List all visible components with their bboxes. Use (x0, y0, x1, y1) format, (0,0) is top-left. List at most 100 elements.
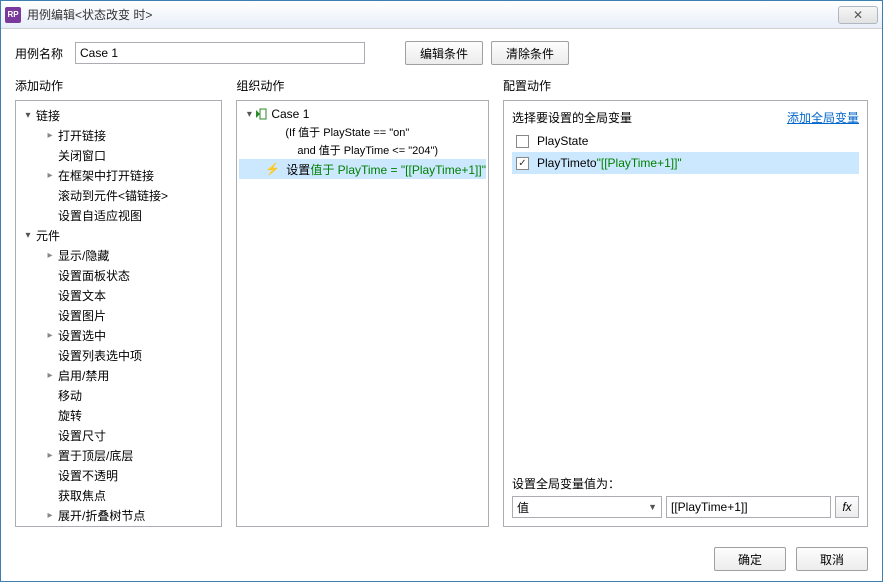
tree-item-label: 获取焦点 (56, 487, 106, 504)
tree-item[interactable]: 在框架中打开链接 (18, 165, 219, 185)
variable-list: PlayState PlayTime to "[[PlayTime+1]]" (512, 130, 859, 469)
tree-item-label: 设置图片 (56, 307, 106, 324)
checkbox[interactable] (516, 157, 529, 170)
tree-item-label: 展开/折叠树节点 (56, 507, 145, 524)
tree-item-label: 关闭窗口 (56, 147, 106, 164)
edit-condition-button[interactable]: 编辑条件 (405, 41, 483, 65)
tree-item[interactable]: 设置文本 (18, 285, 219, 305)
organize-action-column: 组织动作 Case 1 (If 值于 PlayState == "on" an (236, 77, 489, 527)
configure-action-title: 配置动作 (503, 77, 868, 94)
fx-button[interactable]: fx (835, 496, 859, 518)
tree-item-label: 设置列表选中项 (56, 347, 142, 364)
organize-action-title: 组织动作 (236, 77, 489, 94)
chevron-down-icon[interactable] (22, 110, 34, 121)
chevron-down-icon: ▼ (648, 502, 657, 512)
close-icon: ✕ (853, 8, 863, 22)
tree-category[interactable]: 链接 (18, 105, 219, 125)
tree-item-label: 在框架中打开链接 (56, 167, 154, 184)
value-type-combo[interactable]: 值 ▼ (512, 496, 662, 518)
tree-item-label: 旋转 (56, 407, 82, 424)
tree-item[interactable]: 滚动到元件<锚链接> (18, 185, 219, 205)
add-action-column: 添加动作 链接打开链接关闭窗口在框架中打开链接滚动到元件<锚链接> 设置自适应视图… (15, 77, 222, 527)
condition-line-1: (If 值于 PlayState == "on" (239, 123, 486, 141)
tree-item[interactable]: 设置不透明 (18, 465, 219, 485)
case-name-input[interactable] (75, 42, 365, 64)
value-expression-input[interactable] (666, 496, 831, 518)
variable-row[interactable]: PlayState (512, 130, 859, 152)
tree-item-label: 设置选中 (56, 327, 106, 344)
ok-button[interactable]: 确定 (714, 547, 786, 571)
dialog-footer: 确定 取消 (1, 537, 882, 581)
case-node[interactable]: Case 1 (239, 105, 486, 123)
tree-item[interactable]: 显示/隐藏 (18, 245, 219, 265)
chevron-down-icon[interactable] (22, 230, 34, 241)
tree-item-label: 移动 (56, 387, 82, 404)
tree-item[interactable]: 展开/折叠树节点 (18, 505, 219, 525)
title-bar: RP 用例编辑<状态改变 时> ✕ (1, 1, 882, 29)
content-area: 用例名称 编辑条件 清除条件 添加动作 链接打开链接关闭窗口在框架中打开链接滚动… (1, 29, 882, 537)
organize-panel[interactable]: Case 1 (If 值于 PlayState == "on" and 值于 P… (236, 100, 489, 527)
variable-row[interactable]: PlayTime to "[[PlayTime+1]]" (512, 152, 859, 174)
tree-item-label: 设置不透明 (56, 467, 118, 484)
tree-item-label: 滚动到元件<锚链接> (56, 187, 168, 204)
tree-item-label: 置于顶层/底层 (56, 447, 133, 464)
case-name-label: 用例名称 (15, 45, 63, 62)
chevron-right-icon[interactable] (44, 130, 56, 141)
tree-item[interactable]: 启用/禁用 (18, 365, 219, 385)
checkbox[interactable] (516, 135, 529, 148)
chevron-down-icon[interactable] (243, 109, 255, 120)
cancel-button[interactable]: 取消 (796, 547, 868, 571)
condition-line-2: and 值于 PlayTime <= "204") (239, 141, 486, 159)
tree-item[interactable]: 设置选中 (18, 325, 219, 345)
variable-name: PlayState (537, 134, 588, 148)
action-expression: 值于 PlayTime = "[[PlayTime+1]]" (310, 161, 486, 178)
value-type-text: 值 (517, 499, 529, 516)
tree-item[interactable]: 旋转 (18, 405, 219, 425)
add-global-variable-link[interactable]: 添加全局变量 (787, 109, 859, 126)
tree-item[interactable]: 设置列表选中项 (18, 345, 219, 365)
case-icon (255, 108, 267, 120)
app-icon: RP (5, 7, 21, 23)
close-button[interactable]: ✕ (838, 6, 878, 24)
chevron-right-icon[interactable] (44, 250, 56, 261)
case-label: Case 1 (271, 107, 309, 121)
tree-item-label: 设置尺寸 (56, 427, 106, 444)
chevron-right-icon[interactable] (44, 370, 56, 381)
set-value-label: 设置全局变量值为： (512, 475, 859, 492)
add-action-title: 添加动作 (15, 77, 222, 94)
tree-item-label: 设置自适应视图 (56, 207, 142, 224)
clear-condition-button[interactable]: 清除条件 (491, 41, 569, 65)
case-name-row: 用例名称 编辑条件 清除条件 (15, 41, 868, 65)
tree-item[interactable]: 关闭窗口 (18, 145, 219, 165)
variable-name: PlayTime (537, 156, 587, 170)
bolt-icon: ⚡ (265, 162, 280, 176)
tree-item[interactable]: 设置自适应视图 (18, 205, 219, 225)
action-prefix: 设置 (286, 161, 310, 178)
select-variable-label: 选择要设置的全局变量 (512, 109, 632, 126)
tree-item-label: 设置文本 (56, 287, 106, 304)
tree-item-label: 链接 (34, 107, 60, 124)
dialog-window: RP 用例编辑<状态改变 时> ✕ 用例名称 编辑条件 清除条件 添加动作 链接… (0, 0, 883, 582)
tree-item[interactable]: 置于顶层/底层 (18, 445, 219, 465)
tree-item[interactable]: 设置尺寸 (18, 425, 219, 445)
chevron-right-icon[interactable] (44, 170, 56, 181)
tree-item[interactable]: 设置面板状态 (18, 265, 219, 285)
set-value-row: 值 ▼ fx (512, 496, 859, 518)
tree-item-label: 启用/禁用 (56, 367, 109, 384)
tree-item[interactable]: 设置图片 (18, 305, 219, 325)
columns-container: 添加动作 链接打开链接关闭窗口在框架中打开链接滚动到元件<锚链接> 设置自适应视图… (15, 77, 868, 527)
tree-item[interactable]: 打开链接 (18, 125, 219, 145)
tree-item[interactable]: 移动 (18, 385, 219, 405)
action-row-selected[interactable]: ⚡ 设置 值于 PlayTime = "[[PlayTime+1]]" (239, 159, 486, 179)
action-tree-panel[interactable]: 链接打开链接关闭窗口在框架中打开链接滚动到元件<锚链接> 设置自适应视图元件显示/… (15, 100, 222, 527)
chevron-right-icon[interactable] (44, 330, 56, 341)
chevron-right-icon[interactable] (44, 510, 56, 521)
chevron-right-icon[interactable] (44, 450, 56, 461)
window-title: 用例编辑<状态改变 时> (27, 6, 838, 23)
tree-item-label: 元件 (34, 227, 60, 244)
tree-category[interactable]: 元件 (18, 225, 219, 245)
tree-item[interactable]: 获取焦点 (18, 485, 219, 505)
configure-action-column: 配置动作 选择要设置的全局变量 添加全局变量 PlayState PlayTime… (503, 77, 868, 527)
tree-item-label: 显示/隐藏 (56, 247, 109, 264)
tree-item-label: 设置面板状态 (56, 267, 130, 284)
